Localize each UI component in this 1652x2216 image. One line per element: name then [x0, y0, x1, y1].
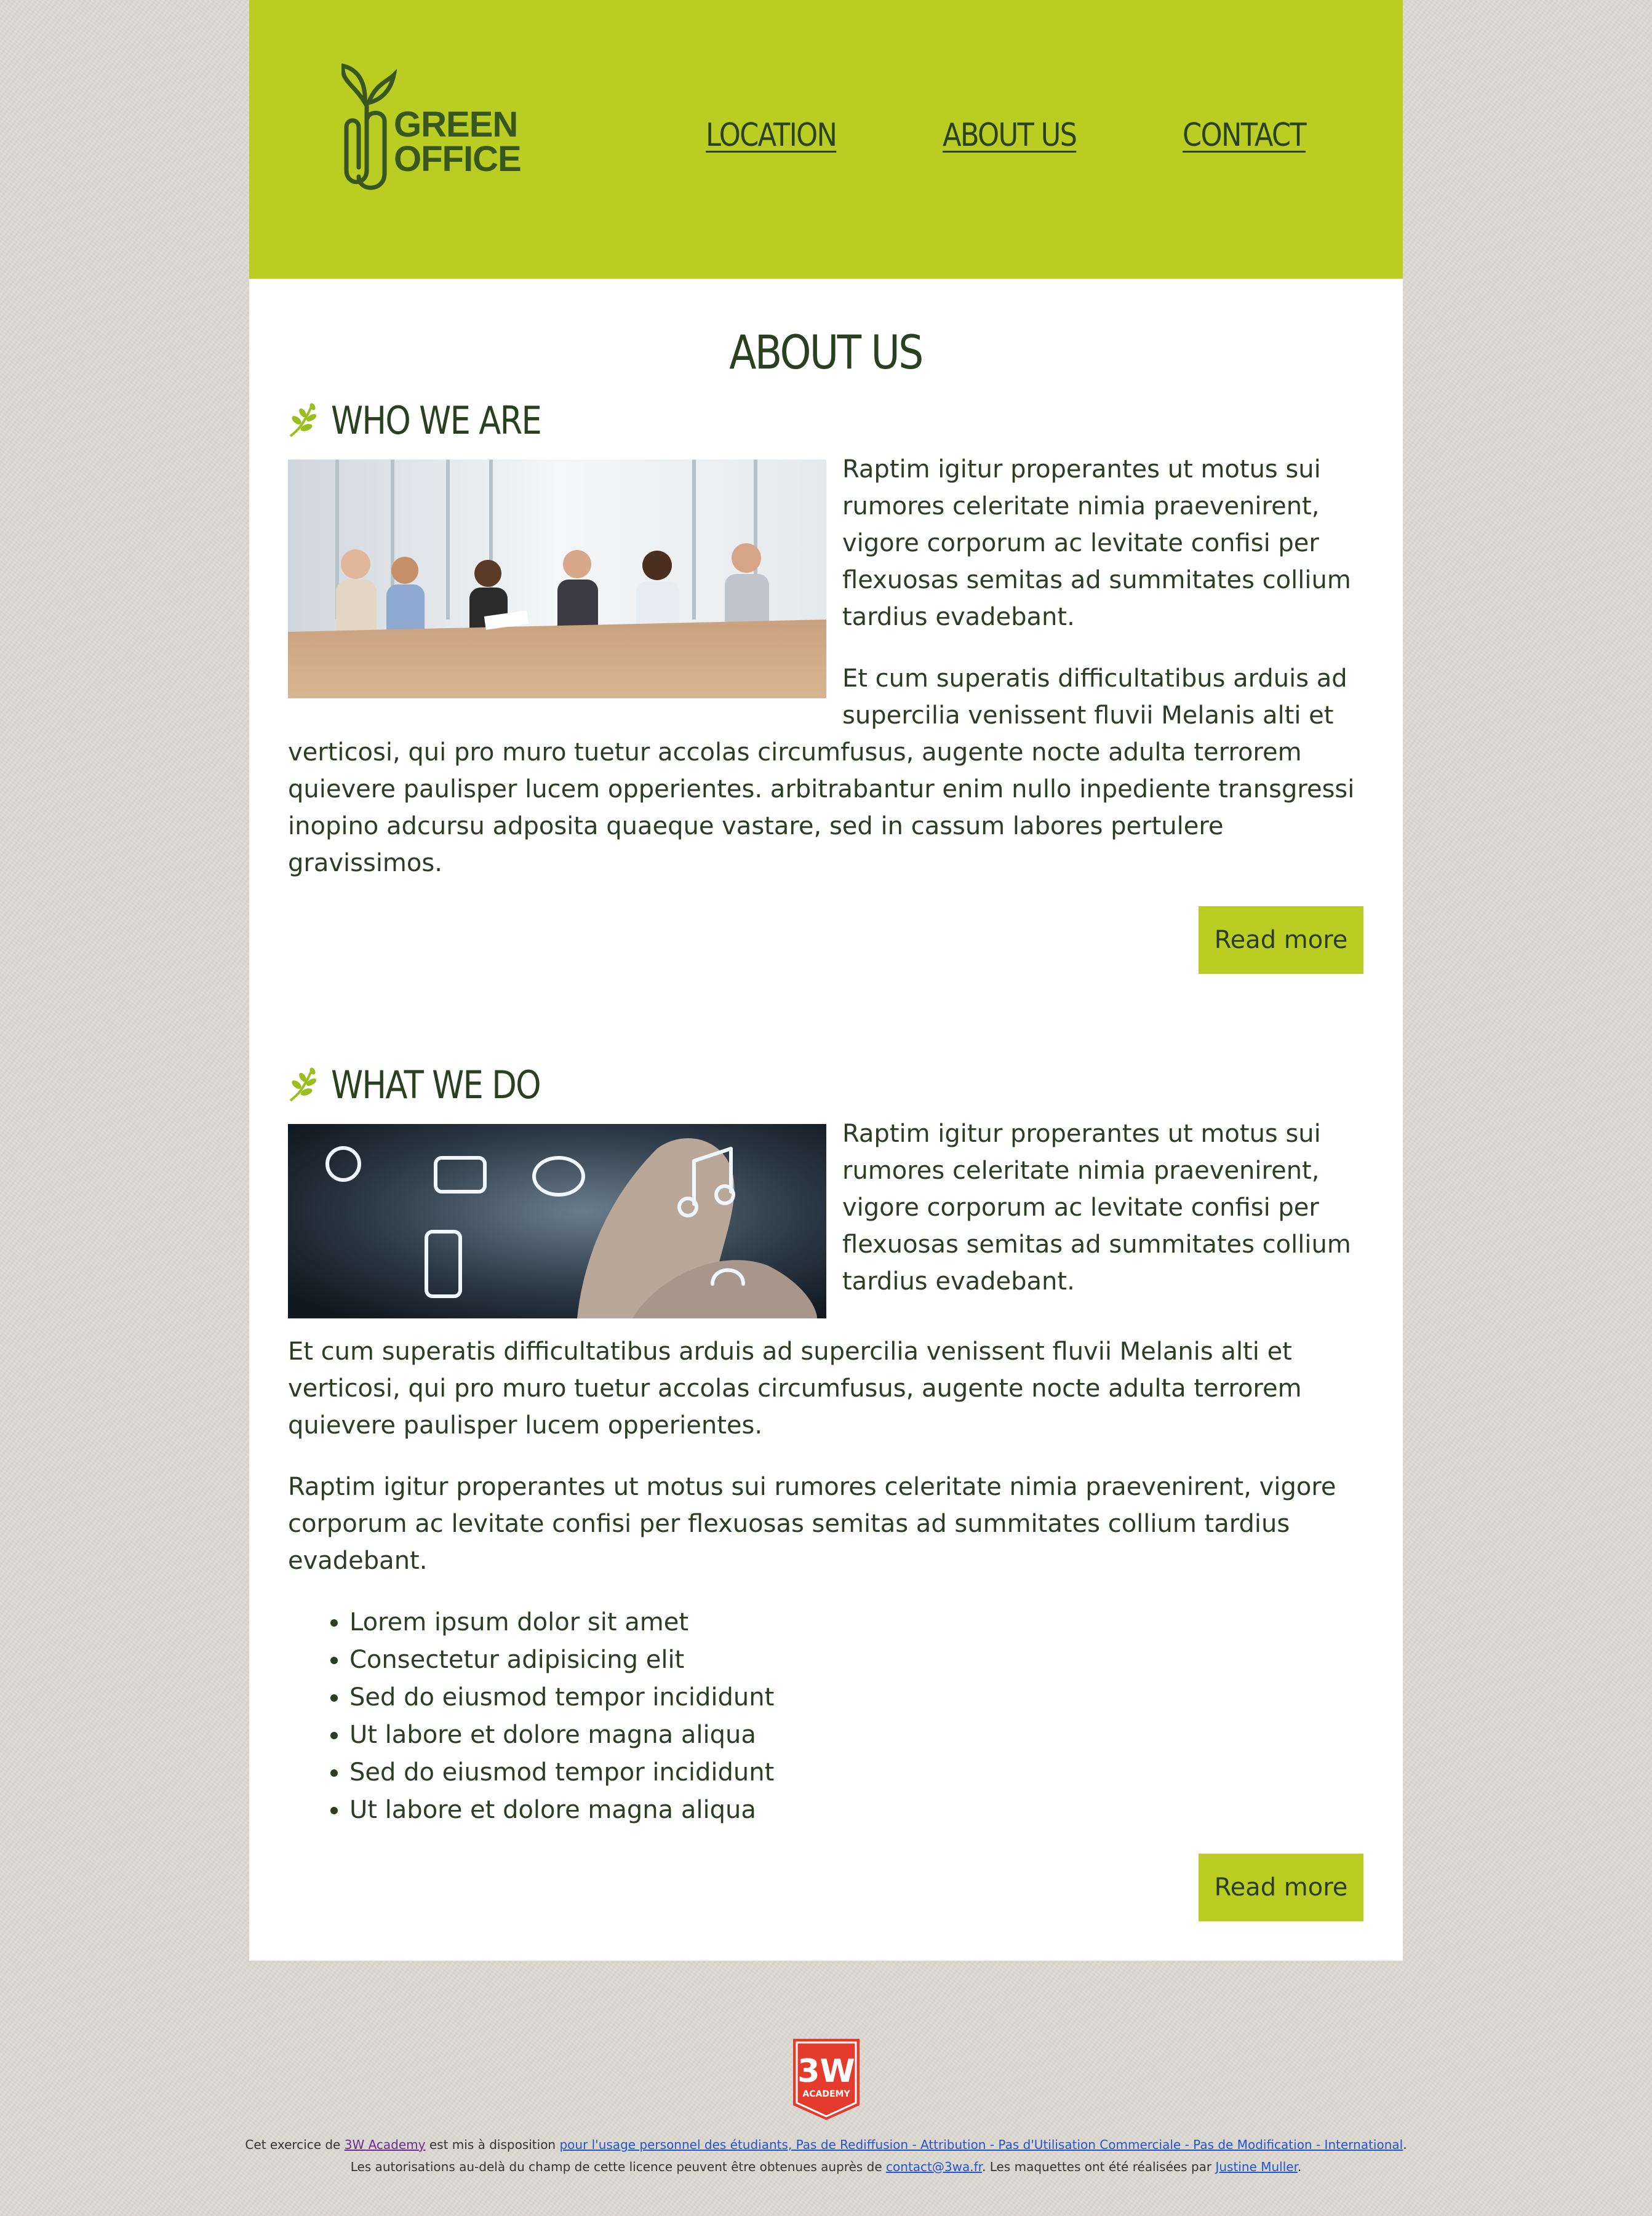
3w-academy-link[interactable]: 3W Academy: [345, 2137, 426, 2152]
site-header: GREEN OFFICE LOCATION ABOUT US CONTACT: [249, 0, 1403, 279]
contact-email-link[interactable]: contact@3wa.fr: [886, 2159, 982, 2174]
section-title: WHAT WE DO: [331, 1062, 541, 1107]
section-title: WHO WE ARE: [331, 397, 542, 443]
section-what-we-do: WHAT WE DO Raptim igitur properantes ut …: [288, 1054, 1363, 1921]
leaf-icon: [289, 1067, 317, 1102]
footer-text: .: [1297, 2159, 1302, 2174]
section-paragraph: Raptim igitur properantes ut motus sui r…: [288, 1473, 1336, 1575]
list-item: Sed do eiusmod tempor incididunt: [349, 1679, 1363, 1716]
logo-line-2: OFFICE: [394, 139, 522, 179]
main-content: ABOUT US WHO WE ARE Raptim igitur proper…: [249, 279, 1403, 1961]
section-paragraph: Et cum superatis difficultatibus arduis …: [288, 1337, 1302, 1440]
list-item: Ut labore et dolore magna aliqua: [349, 1716, 1363, 1754]
main-nav: LOCATION ABOUT US CONTACT: [706, 117, 1326, 154]
feature-list: Lorem ipsum dolor sit amet Consectetur a…: [349, 1604, 1363, 1829]
footer-text: est mis à disposition: [425, 2137, 560, 2152]
footer-text: .: [1403, 2137, 1407, 2152]
page-title: ABOUT US: [729, 325, 924, 380]
badge-line-1: 3W: [797, 2053, 855, 2090]
paperclip-sprout-icon: [340, 63, 397, 190]
leaf-icon: [289, 403, 317, 437]
3w-academy-logo[interactable]: 3W ACADEMY: [789, 2036, 863, 2122]
read-more-button[interactable]: Read more: [1199, 906, 1363, 974]
nav-link-contact[interactable]: CONTACT: [1183, 117, 1307, 154]
site-footer: 3W ACADEMY Cet exercice de 3W Academy es…: [0, 2036, 1652, 2178]
list-item: Ut labore et dolore magna aliqua: [349, 1792, 1363, 1829]
list-item: Lorem ipsum dolor sit amet: [349, 1604, 1363, 1641]
button-row: Read more: [288, 1854, 1363, 1921]
license-link[interactable]: pour l'usage personnel des étudiants, Pa…: [559, 2137, 1403, 2152]
nav-link-location[interactable]: LOCATION: [706, 117, 837, 154]
touch-icons-photo: [288, 1124, 826, 1318]
logo-text: GREEN OFFICE: [394, 105, 522, 179]
footer-text: . Les maquettes ont été réalisées par: [982, 2159, 1216, 2174]
section-heading: WHAT WE DO: [288, 1054, 1363, 1115]
page-container: GREEN OFFICE LOCATION ABOUT US CONTACT A…: [249, 0, 1403, 1961]
section-heading: WHO WE ARE: [288, 389, 1363, 451]
footer-license-line: Cet exercice de 3W Academy est mis à dis…: [0, 2134, 1652, 2156]
footer-text: Les autorisations au-delà du champ de ce…: [350, 2159, 887, 2174]
author-link[interactable]: Justine Muller: [1215, 2159, 1297, 2174]
footer-text: Cet exercice de: [245, 2137, 345, 2152]
button-row: Read more: [288, 906, 1363, 974]
logo-line-1: GREEN: [394, 105, 518, 145]
list-item: Consectetur adipisicing elit: [349, 1641, 1363, 1679]
team-meeting-photo: [288, 460, 826, 698]
list-item: Sed do eiusmod tempor incididunt: [349, 1754, 1363, 1792]
section-who-we-are: WHO WE ARE Raptim igitur properantes ut …: [288, 389, 1363, 974]
nav-link-about-us[interactable]: ABOUT US: [943, 117, 1077, 154]
badge-line-2: ACADEMY: [802, 2089, 850, 2099]
footer-permissions-line: Les autorisations au-delà du champ de ce…: [0, 2156, 1652, 2178]
logo[interactable]: GREEN OFFICE: [340, 60, 522, 194]
read-more-button[interactable]: Read more: [1199, 1854, 1363, 1921]
